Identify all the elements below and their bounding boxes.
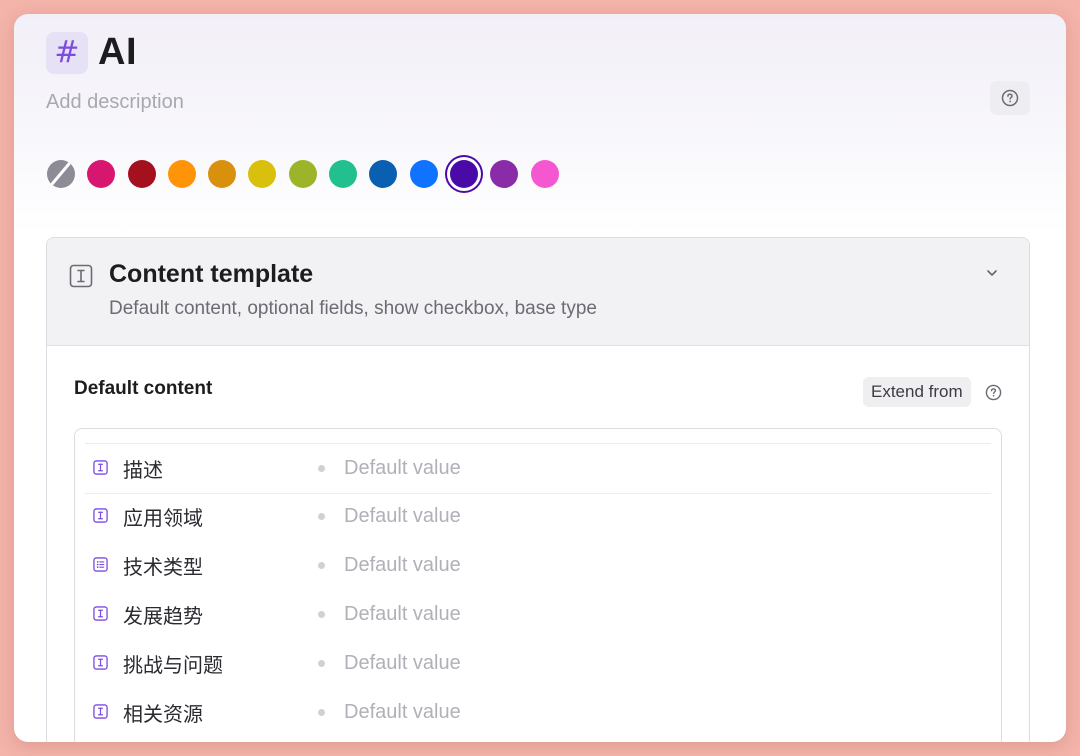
- text-field-icon: [93, 704, 108, 724]
- text-field-icon: [93, 508, 108, 528]
- content-template-title: Content template: [109, 260, 314, 288]
- question-circle-icon: [1001, 89, 1019, 107]
- question-circle-icon[interactable]: [985, 384, 1002, 401]
- field-name: 应用领域: [123, 506, 203, 530]
- color-swatch[interactable]: [530, 160, 559, 188]
- help-button[interactable]: [990, 81, 1030, 115]
- text-field-icon: [69, 264, 93, 288]
- color-picker: [47, 160, 571, 188]
- color-swatch[interactable]: [449, 160, 478, 188]
- field-separator-dot: [318, 709, 325, 716]
- description-input[interactable]: Add description: [46, 91, 184, 114]
- no-color-swatch[interactable]: [47, 160, 75, 188]
- content-template-card: Content template Default content, option…: [46, 237, 1030, 742]
- chevron-down-icon[interactable]: [985, 266, 999, 280]
- field-row[interactable]: 发展趋势 Default value: [85, 590, 991, 639]
- default-value-input[interactable]: Default value: [344, 603, 461, 626]
- list-field-icon: [93, 557, 108, 577]
- field-separator-dot: [318, 611, 325, 618]
- field-name: 发展趋势: [123, 604, 203, 628]
- field-row[interactable]: 挑战与问题 Default value: [85, 639, 991, 688]
- text-field-icon: [93, 606, 108, 626]
- default-value-input[interactable]: Default value: [344, 457, 461, 480]
- color-swatch[interactable]: [490, 160, 519, 188]
- tag-header: # AI: [46, 31, 137, 74]
- color-swatch[interactable]: [329, 160, 358, 188]
- color-swatch[interactable]: [127, 160, 156, 188]
- color-swatch[interactable]: [409, 160, 438, 188]
- color-swatch[interactable]: [248, 160, 277, 188]
- field-separator-dot: [318, 513, 325, 520]
- field-separator-dot: [318, 465, 325, 472]
- tag-editor-window: # AI Add description Content template De…: [14, 14, 1066, 742]
- content-template-subtitle: Default content, optional fields, show c…: [109, 298, 597, 319]
- default-value-input[interactable]: Default value: [344, 505, 461, 528]
- extend-from-button[interactable]: Extend from: [863, 377, 971, 407]
- hash-icon[interactable]: #: [46, 31, 88, 74]
- color-swatch[interactable]: [167, 160, 196, 188]
- color-swatch[interactable]: [288, 160, 317, 188]
- field-separator-dot: [318, 660, 325, 667]
- field-row[interactable]: 相关资源 Default value: [85, 688, 991, 737]
- text-field-icon: [93, 655, 108, 675]
- field-name: 相关资源: [123, 702, 203, 726]
- default-value-input[interactable]: Default value: [344, 652, 461, 675]
- field-name: 技术类型: [123, 555, 203, 579]
- default-content-fields: 描述 Default value 应用领域 Default value 技术类型 Defa…: [74, 428, 1002, 742]
- field-row[interactable]: 应用领域 Default value: [85, 492, 991, 541]
- field-separator-dot: [318, 562, 325, 569]
- color-swatch[interactable]: [369, 160, 398, 188]
- color-swatch[interactable]: [87, 160, 116, 188]
- field-row[interactable]: 描述 Default value: [85, 443, 991, 494]
- tag-title[interactable]: AI: [98, 31, 137, 74]
- default-content-label: Default content: [74, 378, 213, 399]
- content-template-header[interactable]: Content template Default content, option…: [47, 238, 1029, 346]
- field-name: 描述: [123, 458, 163, 482]
- field-name: 挑战与问题: [123, 653, 223, 677]
- text-field-icon: [93, 460, 108, 480]
- field-row[interactable]: 技术类型 Default value: [85, 541, 991, 590]
- default-value-input[interactable]: Default value: [344, 554, 461, 577]
- color-swatch[interactable]: [208, 160, 237, 188]
- default-value-input[interactable]: Default value: [344, 701, 461, 724]
